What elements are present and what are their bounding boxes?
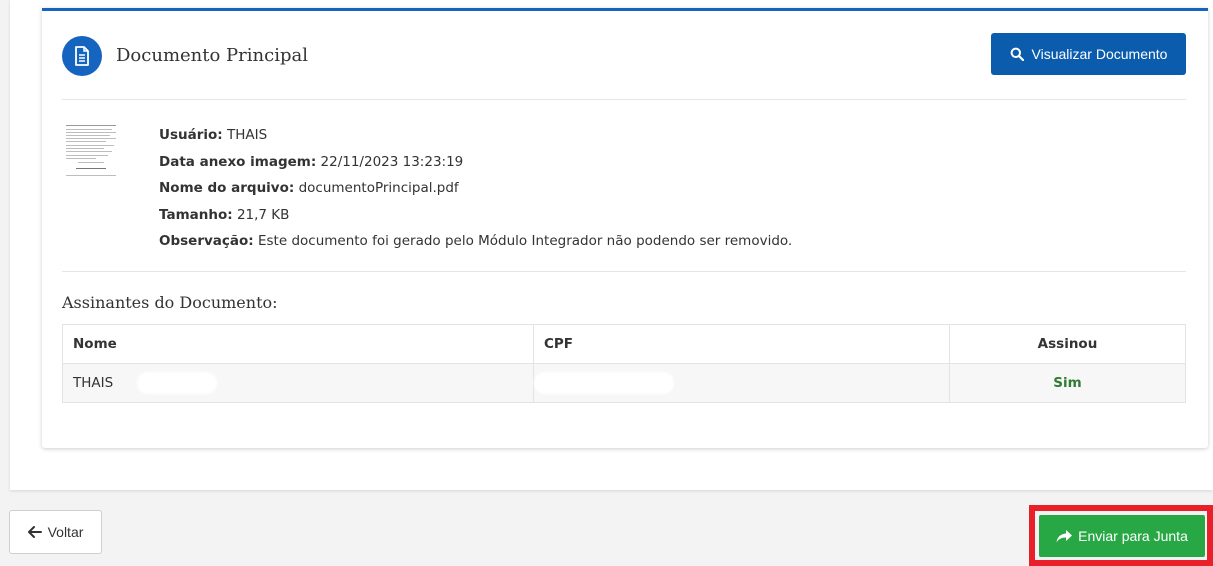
meta-tamanho: Tamanho: 21,7 KB bbox=[159, 206, 290, 223]
meta-observacao: Observação: Este documento foi gerado pe… bbox=[159, 233, 793, 249]
meta-nome-arquivo: Nome do arquivo: documentoPrincipal.pdf bbox=[159, 180, 459, 196]
meta-data-anexo: Data anexo imagem: 22/11/2023 13:23:19 bbox=[159, 153, 464, 170]
signer-name-cell: THAIS bbox=[62, 363, 534, 403]
signers-title: Assinantes do Documento: bbox=[62, 293, 278, 312]
redaction bbox=[137, 372, 218, 394]
content-panel: Documento Principal Visualizar Documento bbox=[10, 0, 1213, 490]
card-header: Documento Principal Visualizar Documento bbox=[42, 11, 1208, 99]
divider bbox=[62, 99, 1186, 100]
signed-status: Sim bbox=[1053, 375, 1082, 391]
redaction bbox=[534, 372, 674, 394]
back-label: Voltar bbox=[47, 524, 84, 540]
column-header-assinou: Assinou bbox=[949, 324, 1186, 364]
table-row: THAIS Sim bbox=[62, 363, 1186, 403]
column-header-nome: Nome bbox=[62, 324, 534, 364]
document-card: Documento Principal Visualizar Documento bbox=[42, 8, 1208, 448]
signer-signed-cell: Sim bbox=[949, 363, 1186, 403]
send-label: Enviar para Junta bbox=[1078, 528, 1188, 544]
column-header-cpf: CPF bbox=[533, 324, 950, 364]
search-icon bbox=[1010, 47, 1024, 61]
document-thumbnail[interactable] bbox=[64, 123, 120, 183]
share-arrow-icon bbox=[1056, 529, 1073, 542]
signers-table: Nome CPF Assinou THAIS Sim bbox=[62, 324, 1186, 403]
back-button[interactable]: Voltar bbox=[9, 510, 102, 554]
card-title: Documento Principal bbox=[116, 45, 308, 66]
document-metadata: Usuário: THAIS Data anexo imagem: 22/11/… bbox=[159, 122, 792, 255]
view-document-button[interactable]: Visualizar Documento bbox=[991, 33, 1186, 75]
signer-cpf-cell bbox=[533, 363, 950, 403]
arrow-left-icon bbox=[27, 526, 42, 538]
divider bbox=[62, 271, 1186, 272]
view-document-label: Visualizar Documento bbox=[1031, 46, 1168, 62]
document-icon bbox=[62, 36, 102, 76]
meta-usuario: Usuário: THAIS bbox=[159, 127, 268, 143]
send-to-junta-button[interactable]: Enviar para Junta bbox=[1039, 515, 1205, 557]
